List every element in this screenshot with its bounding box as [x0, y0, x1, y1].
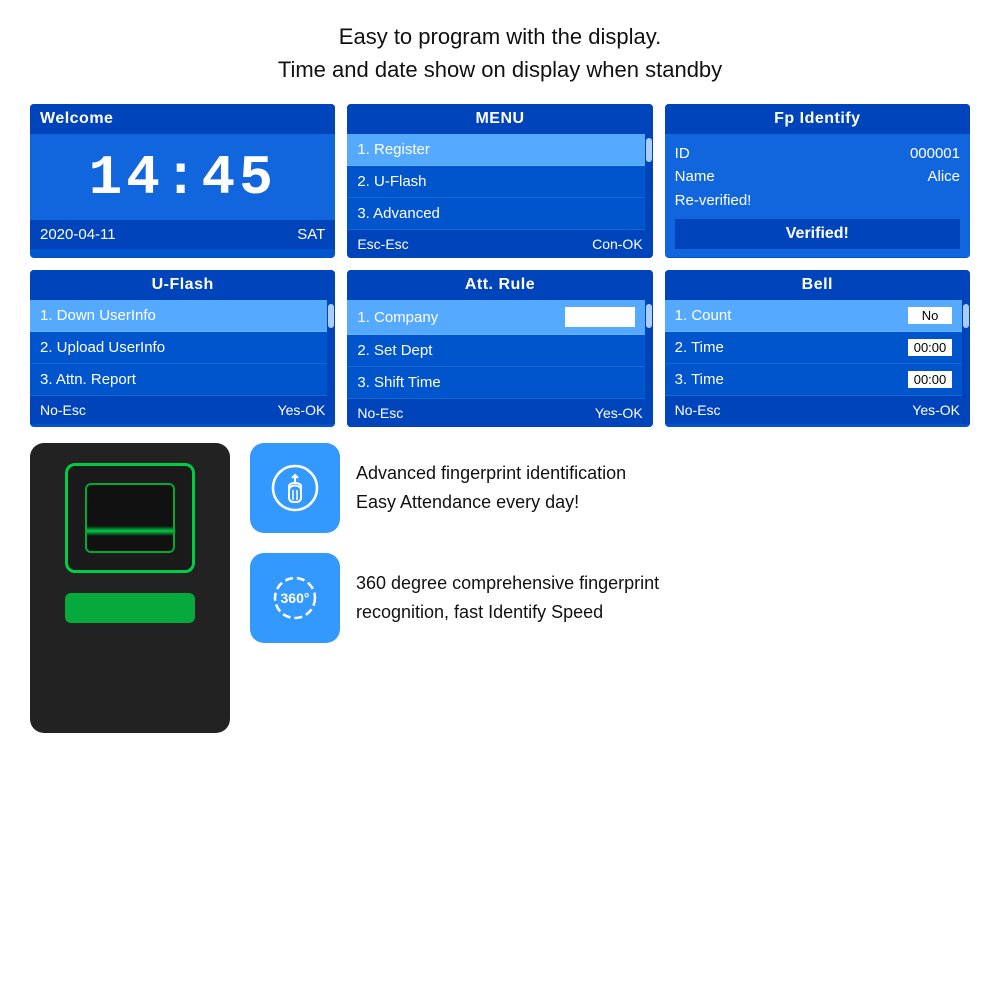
feature-1-line1: Advanced fingerprint identification — [356, 459, 626, 488]
menu-list: 1. Register 2. U-Flash 3. Advanced — [347, 134, 644, 230]
attrule-title: Att. Rule — [347, 270, 652, 300]
fp-title: Fp Identify — [665, 104, 970, 134]
att-item-2[interactable]: 2. Set Dept — [347, 335, 644, 367]
device-image — [30, 443, 230, 733]
fingerprint-touch-icon — [250, 443, 340, 533]
bell-value-1[interactable]: No — [908, 307, 952, 324]
bell-title: Bell — [665, 270, 970, 300]
feature-item-2: 360° 360 degree comprehensive fingerprin… — [250, 553, 970, 643]
menu-footer: Esc-Esc Con-OK — [347, 230, 652, 258]
welcome-clock: 14:45 — [30, 134, 335, 220]
bell-list: 1. Count No 2. Time 00:00 3. Time 00:00 — [665, 300, 962, 396]
header: Easy to program with the display. Time a… — [30, 20, 970, 86]
attrule-esc[interactable]: No-Esc — [357, 405, 403, 421]
attrule-scrollbar — [645, 300, 653, 399]
feature-text-1: Advanced fingerprint identification Easy… — [356, 459, 626, 517]
fp-id-value: 000001 — [910, 145, 960, 162]
bell-ok[interactable]: Yes-OK — [912, 402, 960, 418]
attrule-ok[interactable]: Yes-OK — [595, 405, 643, 421]
fp-button[interactable] — [65, 593, 195, 623]
fp-id-label: ID — [675, 145, 690, 162]
att-item-1[interactable]: 1. Company — [347, 300, 644, 335]
page-container: Easy to program with the display. Time a… — [0, 0, 1000, 1000]
bell-value-3[interactable]: 00:00 — [908, 371, 952, 388]
menu-screen: MENU 1. Register 2. U-Flash 3. Advanced … — [347, 104, 652, 258]
fp-verified: Verified! — [675, 219, 960, 249]
uflash-list-container: 1. Down UserInfo 2. Upload UserInfo 3. A… — [30, 300, 335, 396]
bell-scrollbar-thumb — [963, 304, 969, 328]
feature-item-1: Advanced fingerprint identification Easy… — [250, 443, 970, 533]
fp-scanner-inner — [85, 483, 175, 553]
feature-1-line2: Easy Attendance every day! — [356, 488, 626, 517]
bell-item-1[interactable]: 1. Count No — [665, 300, 962, 332]
welcome-date-bar: 2020-04-11 SAT — [30, 220, 335, 249]
header-line1: Easy to program with the display. — [30, 20, 970, 53]
uflash-title: U-Flash — [30, 270, 335, 300]
feature-2-line2: recognition, fast Identify Speed — [356, 598, 659, 627]
bell-list-container: 1. Count No 2. Time 00:00 3. Time 00:00 — [665, 300, 970, 396]
bell-esc[interactable]: No-Esc — [675, 402, 721, 418]
svg-text:360°: 360° — [281, 590, 310, 606]
menu-ok[interactable]: Con-OK — [592, 236, 643, 252]
fp-screen: Fp Identify ID 000001 Name Alice Re-veri… — [665, 104, 970, 258]
att-item-3[interactable]: 3. Shift Time — [347, 367, 644, 399]
uflash-ok[interactable]: Yes-OK — [278, 402, 326, 418]
screens-grid: Welcome 14:45 2020-04-11 SAT MENU 1. Reg… — [30, 104, 970, 427]
fp-body: ID 000001 Name Alice Re-verified! Verifi… — [665, 134, 970, 257]
uflash-screen: U-Flash 1. Down UserInfo 2. Upload UserI… — [30, 270, 335, 427]
bell-value-2[interactable]: 00:00 — [908, 339, 952, 356]
att-input-company[interactable] — [565, 307, 635, 327]
menu-item-1[interactable]: 1. Register — [347, 134, 644, 166]
bell-scrollbar — [962, 300, 970, 396]
welcome-screen: Welcome 14:45 2020-04-11 SAT — [30, 104, 335, 258]
uflash-esc[interactable]: No-Esc — [40, 402, 86, 418]
welcome-day: SAT — [297, 226, 325, 243]
menu-title: MENU — [347, 104, 652, 134]
uflash-list: 1. Down UserInfo 2. Upload UserInfo 3. A… — [30, 300, 327, 396]
features-list: Advanced fingerprint identification Easy… — [250, 443, 970, 643]
bell-item-2[interactable]: 2. Time 00:00 — [665, 332, 962, 364]
welcome-title: Welcome — [30, 104, 335, 134]
menu-item-3[interactable]: 3. Advanced — [347, 198, 644, 230]
attrule-list-container: 1. Company 2. Set Dept 3. Shift Time — [347, 300, 652, 399]
uflash-item-3[interactable]: 3. Attn. Report — [30, 364, 327, 396]
menu-list-container: 1. Register 2. U-Flash 3. Advanced — [347, 134, 652, 230]
fp-reverify: Re-verified! — [675, 188, 960, 213]
attrule-screen: Att. Rule 1. Company 2. Set Dept 3. Shif… — [347, 270, 652, 427]
menu-item-2[interactable]: 2. U-Flash — [347, 166, 644, 198]
uflash-footer: No-Esc Yes-OK — [30, 396, 335, 424]
welcome-date: 2020-04-11 — [40, 226, 116, 243]
bell-footer: No-Esc Yes-OK — [665, 396, 970, 424]
fp-scanner-outer — [65, 463, 195, 573]
feature-text-2: 360 degree comprehensive fingerprint rec… — [356, 569, 659, 627]
uflash-scrollbar — [327, 300, 335, 396]
menu-esc[interactable]: Esc-Esc — [357, 236, 408, 252]
fp-name-value: Alice — [927, 168, 960, 185]
bell-screen: Bell 1. Count No 2. Time 00:00 3. Time 0… — [665, 270, 970, 427]
attrule-footer: No-Esc Yes-OK — [347, 399, 652, 427]
attrule-list: 1. Company 2. Set Dept 3. Shift Time — [347, 300, 644, 399]
scrollbar-thumb — [646, 138, 652, 162]
fp-name-row: Name Alice — [675, 165, 960, 188]
uflash-item-1[interactable]: 1. Down UserInfo — [30, 300, 327, 332]
fp-name-label: Name — [675, 168, 715, 185]
bottom-section: Advanced fingerprint identification Easy… — [30, 443, 970, 733]
360-icon: 360° — [250, 553, 340, 643]
fp-id-row: ID 000001 — [675, 142, 960, 165]
header-line2: Time and date show on display when stand… — [30, 53, 970, 86]
feature-2-line1: 360 degree comprehensive fingerprint — [356, 569, 659, 598]
uflash-scrollbar-thumb — [328, 304, 334, 328]
fp-scan-line — [87, 526, 173, 536]
attrule-scrollbar-thumb — [646, 304, 652, 328]
uflash-item-2[interactable]: 2. Upload UserInfo — [30, 332, 327, 364]
menu-scrollbar — [645, 134, 653, 230]
bell-item-3[interactable]: 3. Time 00:00 — [665, 364, 962, 396]
